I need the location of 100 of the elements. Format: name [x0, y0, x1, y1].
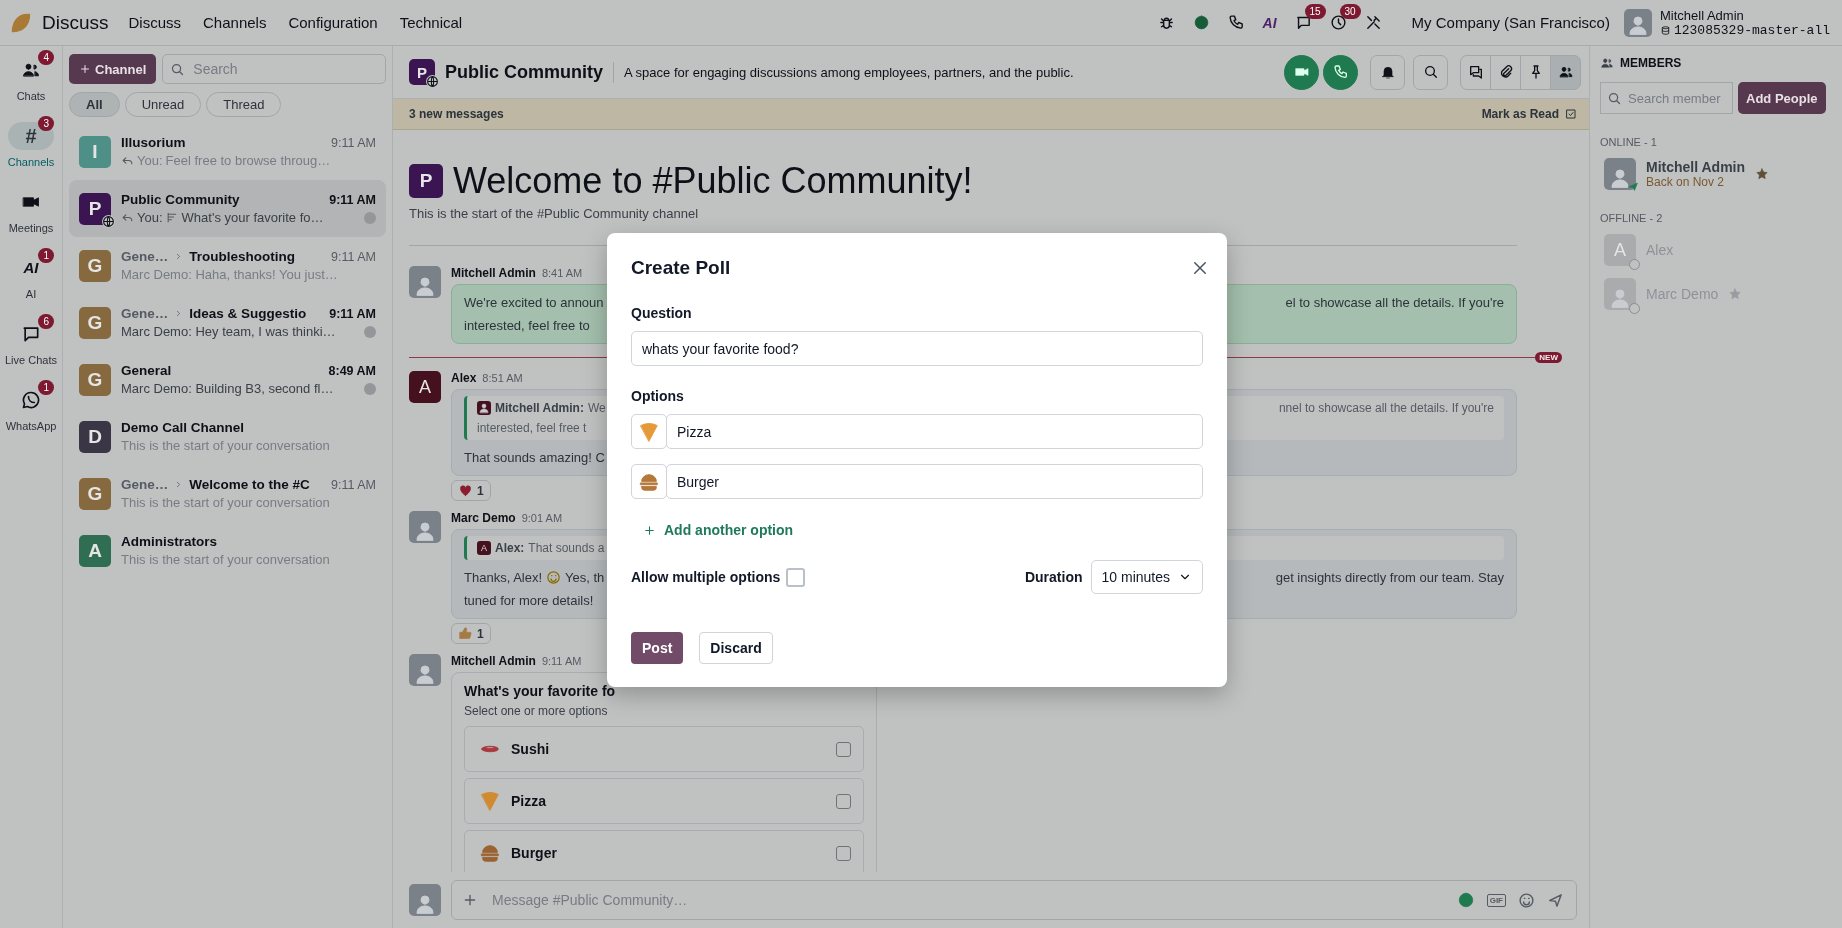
poll-checkbox[interactable]	[836, 741, 851, 757]
message-time: 9:11 AM	[331, 249, 376, 264]
channel-list-item[interactable]: G Gene… Troubleshooting 9:11 AM Marc Demo: Haha, thanks! You just…	[69, 237, 386, 294]
channel-list-item[interactable]: G General 8:49 AM Marc Demo: Building B3, second fl…	[69, 351, 386, 408]
member-item[interactable]: Mitchell Admin Back on Nov 2	[1600, 158, 1832, 190]
reaction-button[interactable]: 1	[451, 480, 491, 501]
add-icon[interactable]	[462, 892, 478, 908]
count-badge: 1	[38, 248, 54, 263]
author-name: Mitchell Admin	[451, 266, 536, 280]
sidebar-item[interactable]: # 3 Channels	[1, 114, 61, 170]
menu-item[interactable]: Configuration	[288, 14, 378, 31]
channel-title: Public Community	[445, 61, 614, 83]
poll-option[interactable]: Burger	[464, 830, 864, 872]
sidebar-item[interactable]: AI 1 AI	[1, 246, 61, 302]
pizza-icon	[638, 420, 660, 443]
message-text: We're excited to announ	[464, 294, 604, 312]
reaction-button[interactable]: 1	[451, 623, 491, 644]
emoji-picker-button[interactable]	[631, 464, 667, 499]
channel-list-item[interactable]: G Gene… Welcome to the #C 9:11 AM This is the start of your conversation	[69, 465, 386, 522]
pin-button[interactable]	[1520, 54, 1551, 90]
count-badge: 1	[38, 380, 54, 395]
checkbox[interactable]	[786, 567, 806, 587]
new-channel-button[interactable]: Channel	[69, 54, 157, 84]
option-input[interactable]: Pizza	[666, 414, 1203, 449]
add-option-link[interactable]: Add another option	[643, 522, 794, 538]
chat-bubble-icon	[21, 324, 41, 344]
search-button[interactable]	[1413, 54, 1448, 90]
bell-button[interactable]	[1370, 54, 1405, 90]
emoji-picker-button[interactable]	[631, 414, 667, 449]
channel-list-item[interactable]: G Gene… Ideas & Suggestio 9:11 AM Marc Demo: Hey team, I was thinki…	[69, 294, 386, 351]
channel-list-item[interactable]: P Public Community 9:11 AM You: What's your favorite fo…	[69, 180, 386, 237]
paperclip-button[interactable]	[1490, 54, 1521, 90]
sidebar-item[interactable]: 6 Live Chats	[1, 312, 61, 368]
duration-select[interactable]: 10 minutes	[1090, 560, 1203, 594]
field-label: Duration	[1024, 569, 1083, 585]
whatsapp-icon	[21, 390, 41, 410]
search-icon	[1422, 64, 1439, 80]
close-icon[interactable]	[1191, 259, 1209, 277]
video-camera-button[interactable]	[1284, 54, 1319, 90]
smiley-emoji-icon	[546, 570, 562, 585]
search-member-field[interactable]: Search member	[1600, 82, 1733, 114]
chat-bubble-icon[interactable]	[1294, 14, 1312, 31]
ai-icon: AI	[23, 256, 39, 280]
emoji-icon[interactable]	[1518, 891, 1535, 909]
person-silhouette-icon	[413, 662, 437, 686]
phone-icon[interactable]	[1227, 14, 1245, 31]
poll-question: What's your favorite fo	[464, 683, 617, 699]
gif-button[interactable]: GIF	[1486, 893, 1506, 907]
menu-item[interactable]: Technical	[399, 14, 463, 31]
channel-avatar: I	[79, 135, 111, 168]
threads-button[interactable]	[1460, 54, 1491, 90]
filter-tab[interactable]: Unread	[124, 92, 202, 117]
message-text: Yes, th	[565, 569, 605, 587]
sidebar-label: WhatsApp	[5, 420, 57, 432]
poll-hint: Select one or more options	[464, 704, 609, 718]
ai-icon[interactable]: AI	[1262, 14, 1277, 31]
plus-icon	[643, 523, 656, 537]
menu-item[interactable]: Discuss	[128, 14, 182, 31]
sidebar-item[interactable]: 1 WhatsApp	[1, 378, 61, 434]
tools-icon[interactable]	[1364, 14, 1382, 31]
message-input[interactable]: Message #Public Community… GIF	[451, 880, 1577, 920]
filter-tab[interactable]: Thread	[206, 92, 282, 117]
filter-tab[interactable]: All	[69, 92, 120, 117]
sidebar-item[interactable]: 4 Chats	[1, 48, 61, 104]
add-people-button[interactable]: Add People	[1738, 82, 1826, 114]
member-avatar: A	[1604, 234, 1636, 266]
clock-icon[interactable]	[1329, 14, 1347, 31]
assistant-icon[interactable]	[1456, 891, 1475, 909]
discard-button[interactable]: Discard	[699, 632, 773, 664]
poll-option[interactable]: Pizza	[464, 778, 864, 824]
channel-list-item[interactable]: I Illusorium 9:11 AM You: Feel free to browse throug…	[69, 123, 386, 180]
channel-list-item[interactable]: A Administrators This is the start of your conversation	[69, 522, 386, 579]
search-icon	[1607, 91, 1622, 106]
menu-item[interactable]: Channels	[203, 14, 267, 31]
post-button[interactable]: Post	[631, 632, 684, 664]
send-icon[interactable]	[1547, 891, 1564, 909]
option-input[interactable]: Burger	[666, 464, 1203, 499]
poll-checkbox[interactable]	[836, 845, 851, 861]
quoted-author-avatar: A	[477, 541, 491, 555]
phone-button[interactable]	[1323, 54, 1358, 90]
offline-status-icon	[1629, 303, 1640, 314]
message-time: 8:41 AM	[541, 267, 583, 279]
parent-channel-name: Gene…	[121, 306, 169, 321]
question-input[interactable]: whats your favorite food?	[631, 331, 1203, 366]
person-silhouette-icon	[413, 519, 437, 543]
channel-list-item[interactable]: D Demo Call Channel This is the start of your conversation	[69, 408, 386, 465]
field-label: Options	[631, 388, 685, 404]
mark-as-read-link[interactable]: Mark as Read	[1481, 107, 1577, 121]
poll-checkbox[interactable]	[836, 793, 851, 809]
message-preview: This is the start of your conversation	[121, 552, 330, 567]
app-name[interactable]: Discuss	[42, 11, 109, 34]
poll-option[interactable]: Sushi	[464, 726, 864, 772]
search-field[interactable]: Search	[162, 54, 386, 84]
company-switcher[interactable]: My Company (San Francisco)	[1411, 14, 1610, 31]
message-text: interested, feel free to	[464, 317, 590, 335]
offline-status-icon	[1629, 259, 1640, 270]
user-avatar[interactable]	[1623, 8, 1652, 37]
sidebar-label: Channels	[7, 156, 55, 168]
sidebar-item[interactable]: Meetings	[1, 180, 61, 236]
people-button[interactable]	[1550, 54, 1581, 90]
